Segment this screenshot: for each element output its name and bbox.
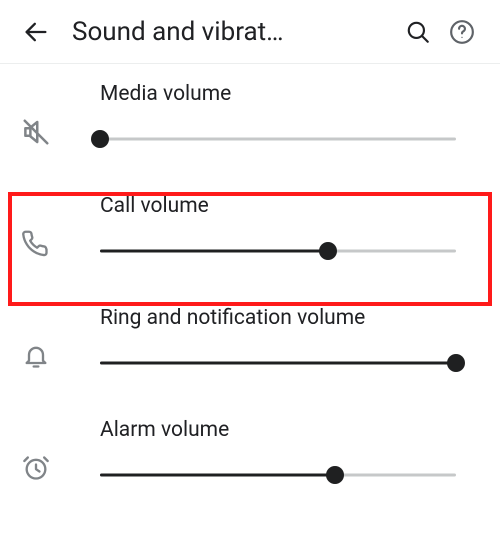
back-button[interactable] <box>16 18 56 46</box>
volume-label: Alarm volume <box>100 418 500 442</box>
volume-row-alarm: Alarm volume <box>0 400 500 512</box>
volume-label: Call volume <box>100 194 500 218</box>
alarm-volume-slider[interactable] <box>100 468 456 482</box>
bell-icon <box>20 340 52 372</box>
ring-volume-slider[interactable] <box>100 356 456 370</box>
search-icon <box>405 19 431 45</box>
phone-icon <box>20 228 52 260</box>
volume-row-ring: Ring and notification volume <box>0 288 500 400</box>
media-mute-icon <box>20 116 52 148</box>
call-volume-slider[interactable] <box>100 244 456 258</box>
help-icon <box>449 19 475 45</box>
slider-thumb[interactable] <box>447 354 465 372</box>
alarm-icon <box>20 452 52 484</box>
help-button[interactable] <box>440 19 484 45</box>
volume-row-media: Media volume <box>0 64 500 176</box>
volume-row-call: Call volume <box>0 176 500 288</box>
slider-thumb[interactable] <box>91 130 109 148</box>
page-title: Sound and vibrat… <box>72 17 396 47</box>
slider-thumb[interactable] <box>319 242 337 260</box>
app-bar: Sound and vibrat… <box>0 0 500 64</box>
volume-label: Media volume <box>100 82 500 106</box>
search-button[interactable] <box>396 19 440 45</box>
slider-thumb[interactable] <box>326 466 344 484</box>
media-volume-slider[interactable] <box>100 132 456 146</box>
volume-label: Ring and notification volume <box>100 306 500 330</box>
arrow-left-icon <box>22 18 50 46</box>
